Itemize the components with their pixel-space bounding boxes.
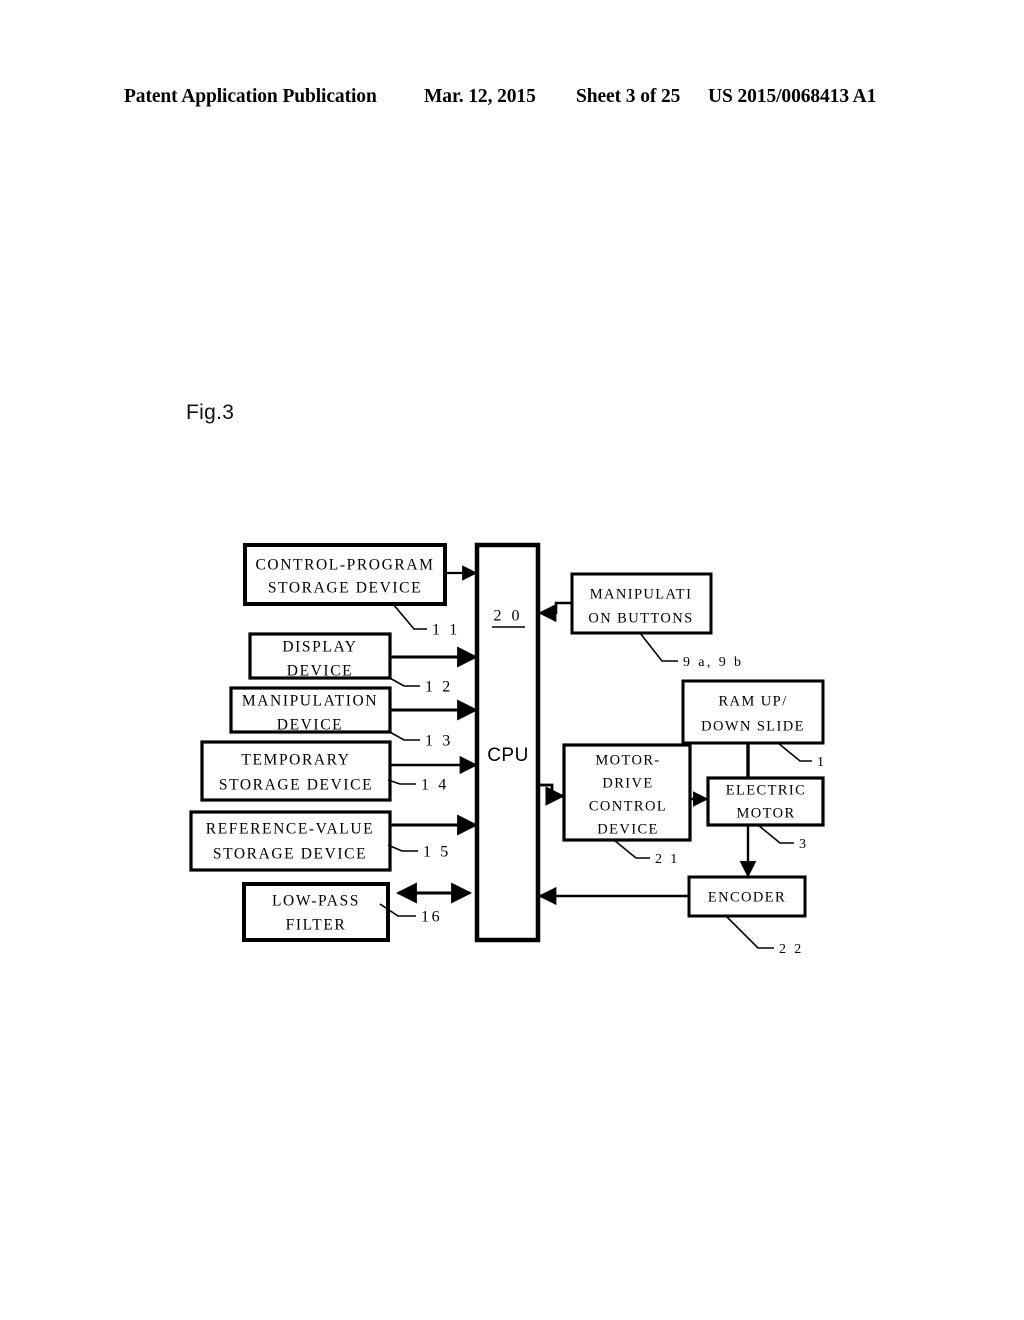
control-program-storage-device-label-line2: STORAGE DEVICE [268,580,422,597]
reference-value-storage-device-label-line1: REFERENCE-VALUE [206,821,374,838]
reference-value-storage-device-block[interactable]: REFERENCE-VALUE STORAGE DEVICE 1 5 [189,810,479,872]
low-pass-filter-label-line1: LOW-PASS [272,893,360,910]
motor-drive-control-device-label-line1: MOTOR- [595,752,660,768]
cpu-label: CPU [487,745,529,766]
temporary-storage-device-leader [387,779,416,785]
reference-value-storage-device-label-line2: STORAGE DEVICE [213,846,367,863]
control-program-storage-device-block[interactable]: CONTROL-PROGRAM STORAGE DEVICE 1 1 [243,543,478,639]
cpu-box[interactable] [474,542,541,943]
motor-drive-control-device-leader [613,839,650,859]
manipulation-buttons-label-line2: ON BUTTONS [588,610,693,626]
manipulation-device-leader [387,730,420,741]
electric-motor-label-line1: ELECTRIC [726,782,806,798]
reference-value-storage-device-leader [387,844,418,852]
connector-manipulation-buttons-to-cpu [538,601,572,623]
low-pass-filter-reference-number: 16 [421,909,442,926]
encoder-reference-number: 2 2 [779,942,804,957]
manipulation-device-reference-number: 1 3 [425,733,453,750]
ram-up-down-slide-label-line2: DOWN SLIDE [701,718,805,734]
encoder-block[interactable]: ENCODER 2 2 [538,875,807,957]
control-program-storage-leader [392,603,427,630]
cpu-block[interactable]: 2 0 CPU [474,542,541,943]
temporary-storage-device-reference-number: 1 4 [421,777,449,794]
control-program-storage-device-label-line1: CONTROL-PROGRAM [255,557,434,574]
electric-motor-label-line2: MOTOR [736,805,795,821]
electric-motor-block[interactable]: ELECTRIC MOTOR 3 [706,776,825,878]
block-diagram: 2 0 CPU CONTROL-PROGRAM STORAGE DEVICE 1… [189,542,826,957]
manipulation-buttons-reference-number: 9 a, 9 b [683,655,743,670]
electric-motor-reference-number: 3 [799,837,808,852]
manipulation-buttons-leader [639,632,678,662]
ram-up-down-slide-block[interactable]: RAM UP/ DOWN SLIDE 1 [681,679,826,779]
manipulation-device-label-line2: DEVICE [277,717,343,734]
control-program-storage-reference-number: 1 1 [432,622,460,639]
temporary-storage-device-label-line2: STORAGE DEVICE [219,777,373,794]
electric-motor-leader [757,824,794,844]
display-device-reference-number: 1 2 [425,679,453,696]
motor-drive-control-device-label-line2: DRIVE [602,775,653,791]
temporary-storage-device-label-line1: TEMPORARY [241,752,350,769]
manipulation-buttons-label-line1: MANIPULATI [590,586,693,602]
motor-drive-control-device-label-line3: CONTROL [589,798,667,814]
encoder-label: ENCODER [708,889,786,905]
display-device-leader [387,676,420,687]
display-device-label-line2: DEVICE [287,663,353,680]
motor-drive-control-device-label-line4: DEVICE [597,821,659,837]
reference-value-storage-device-reference-number: 1 5 [423,844,451,861]
motor-drive-control-device-reference-number: 2 1 [655,852,680,867]
cpu-reference-number: 2 0 [494,608,523,625]
low-pass-filter-block[interactable]: LOW-PASS FILTER 16 [242,882,473,942]
manipulation-device-label-line1: MANIPULATION [242,693,378,710]
ram-up-down-slide-label-line1: RAM UP/ [718,693,787,709]
manipulation-buttons-block[interactable]: MANIPULATI ON BUTTONS 9 a, 9 b [538,572,743,670]
low-pass-filter-label-line2: FILTER [286,917,347,934]
ram-up-down-slide-leader [777,742,812,762]
temporary-storage-device-block[interactable]: TEMPORARY STORAGE DEVICE 1 4 [200,740,478,802]
display-device-label-line1: DISPLAY [282,639,357,656]
motor-drive-control-device-block[interactable]: MOTOR- DRIVE CONTROL DEVICE 2 1 [538,743,709,867]
connector-cpu-to-motor-drive-control [538,783,565,806]
encoder-leader [725,915,774,949]
ram-up-down-slide-reference-number: 1 [817,755,826,770]
